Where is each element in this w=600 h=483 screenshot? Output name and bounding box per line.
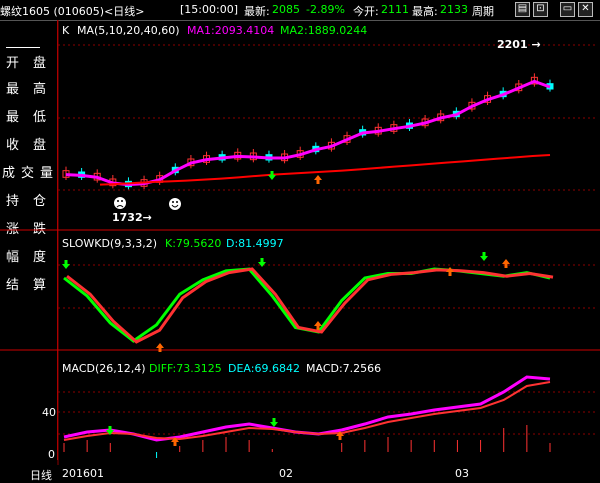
ma1-value: MA1:2093.4104	[187, 24, 274, 37]
kd-d-line	[66, 267, 554, 344]
period-tab[interactable]: 日线	[30, 467, 52, 483]
sad-face-icon	[114, 197, 126, 209]
open-value: 2111	[381, 3, 409, 16]
macd-bars	[63, 425, 551, 458]
close-icon[interactable]: ✕	[578, 2, 593, 17]
kd-d-value: D:81.4997	[226, 237, 284, 250]
chart-area[interactable]: K MA(5,10,20,40,60) MA1:2093.4104 MA2:18…	[0, 20, 600, 465]
buy-arrow-icon	[446, 267, 454, 276]
latest-value: 2085	[272, 3, 300, 16]
ma2-value: MA2:1889.0244	[280, 24, 367, 37]
buy-arrow-icon	[502, 259, 510, 268]
sell-arrow-icon	[258, 258, 266, 267]
kd-panel: SLOWKD(9,3,3,2) K:79.5620 D:81.4997	[62, 237, 554, 344]
x-label-jan: 201601	[62, 467, 104, 480]
x-label-mar: 03	[455, 467, 469, 480]
ma-params: MA(5,10,20,40,60)	[77, 24, 180, 37]
low-marker: 1732→	[112, 211, 152, 224]
x-label-feb: 02	[279, 467, 293, 480]
macd-ytick-0: 0	[48, 448, 55, 461]
price-panel: K MA(5,10,20,40,60) MA1:2093.4104 MA2:18…	[62, 24, 554, 224]
x-axis: 日线 201601 02 03	[0, 465, 600, 483]
high-value: 2133	[440, 3, 468, 16]
k-label: K	[62, 24, 70, 37]
kd-k-value: K:79.5620	[165, 237, 221, 250]
chart-style-icon[interactable]: ⊡	[533, 2, 548, 17]
ma2-line	[99, 154, 551, 186]
macd-ytick-40: 40	[42, 406, 56, 419]
sell-arrow-icon	[62, 260, 70, 269]
ma1-line	[65, 79, 551, 187]
high-label: 最高:	[412, 5, 438, 18]
macd-dea-line	[63, 381, 551, 441]
happy-face-icon	[169, 198, 181, 210]
kd-label: SLOWKD(9,3,3,2)	[62, 237, 157, 250]
window-list-icon[interactable]: ▤	[515, 2, 530, 17]
buy-arrow-icon	[156, 343, 164, 352]
sell-arrow-icon	[480, 252, 488, 261]
sell-arrow-icon	[268, 171, 276, 180]
period-button[interactable]: 周期	[472, 3, 494, 19]
sell-arrow-icon	[270, 418, 278, 427]
macd-label: MACD(26,12,4)	[62, 362, 146, 375]
open-label: 今开:	[353, 5, 379, 18]
clock-time: [15:00:00]	[180, 3, 238, 16]
buy-arrow-icon	[314, 175, 322, 184]
change-percent: -2.89%	[306, 3, 345, 16]
latest-label: 最新:	[244, 5, 270, 18]
restore-icon[interactable]: ▭	[560, 2, 575, 17]
macd-dea: DEA:69.6842	[228, 362, 300, 375]
high-marker: 2201 →	[497, 38, 541, 51]
macd-diff: DIFF:73.3125	[149, 362, 222, 375]
macd-value: MACD:7.2566	[306, 362, 381, 375]
instrument-title: 螺纹1605 (010605)<日线>	[0, 5, 145, 18]
title-bar: 螺纹1605 (010605)<日线> [15:00:00] 最新: 2085 …	[0, 0, 600, 21]
